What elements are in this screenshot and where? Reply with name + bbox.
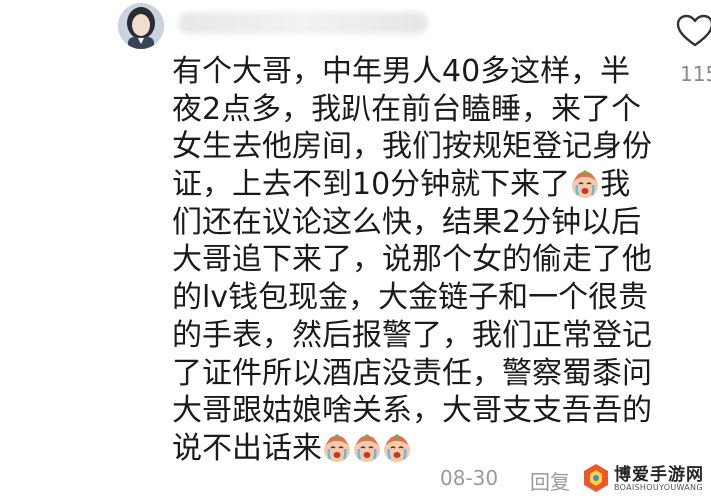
- comment-line: 的手表，然后报警了，我们正常登记: [172, 317, 652, 353]
- comment-line: 女生去他房间，我们按规矩登记身份: [172, 129, 652, 165]
- comment-line: 有个大哥，中年男人40多这样，半: [172, 54, 631, 89]
- watermark-logo-icon: [584, 464, 608, 492]
- comment-line: 的lv钱包现金，大金链子和一个很贵: [172, 280, 649, 316]
- heart-icon[interactable]: [676, 14, 711, 48]
- watermark-title: 博爱手游网: [614, 465, 704, 485]
- comment-line: 夜2点多，我趴在前台瞌睡，来了个: [172, 91, 642, 127]
- comment-text: 证，上去不到10分钟就下来了: [172, 167, 571, 203]
- comment-line: 们还在议论这么快，结果2分钟以后: [172, 204, 642, 240]
- comment-line: 了证件所以酒店没责任，警察蜀黍问: [172, 355, 652, 391]
- comment-line: 大哥跟姑娘啥关系，大哥支支吾吾的: [172, 393, 652, 429]
- comment-line: 证，上去不到10分钟就下来了我: [172, 166, 672, 204]
- comment-line: 大哥追下来了，说那个女的偷走了他: [172, 242, 652, 278]
- username-blurred[interactable]: [178, 12, 428, 34]
- avatar[interactable]: [118, 3, 164, 49]
- crying-face-emoji-icon: [352, 433, 382, 463]
- comment-body: 有个大哥，中年男人40多这样，半 夜2点多，我趴在前台瞌睡，来了个 女生去他房间…: [172, 53, 672, 468]
- watermark-subtitle: BOAISHOUYOUWANG: [614, 483, 703, 492]
- reply-button[interactable]: 回复: [530, 466, 570, 495]
- crying-face-emoji-icon: [322, 433, 352, 463]
- like-count: 115: [680, 62, 711, 86]
- site-watermark: 博爱手游网 BOAISHOUYOUWANG: [580, 458, 711, 500]
- crying-face-emoji-icon: [570, 169, 600, 199]
- crying-face-emoji-icon: [382, 433, 412, 463]
- comment-text: 我: [600, 167, 631, 203]
- comment-text: 说不出话来: [172, 430, 322, 466]
- comment-date: 08-30: [440, 466, 499, 490]
